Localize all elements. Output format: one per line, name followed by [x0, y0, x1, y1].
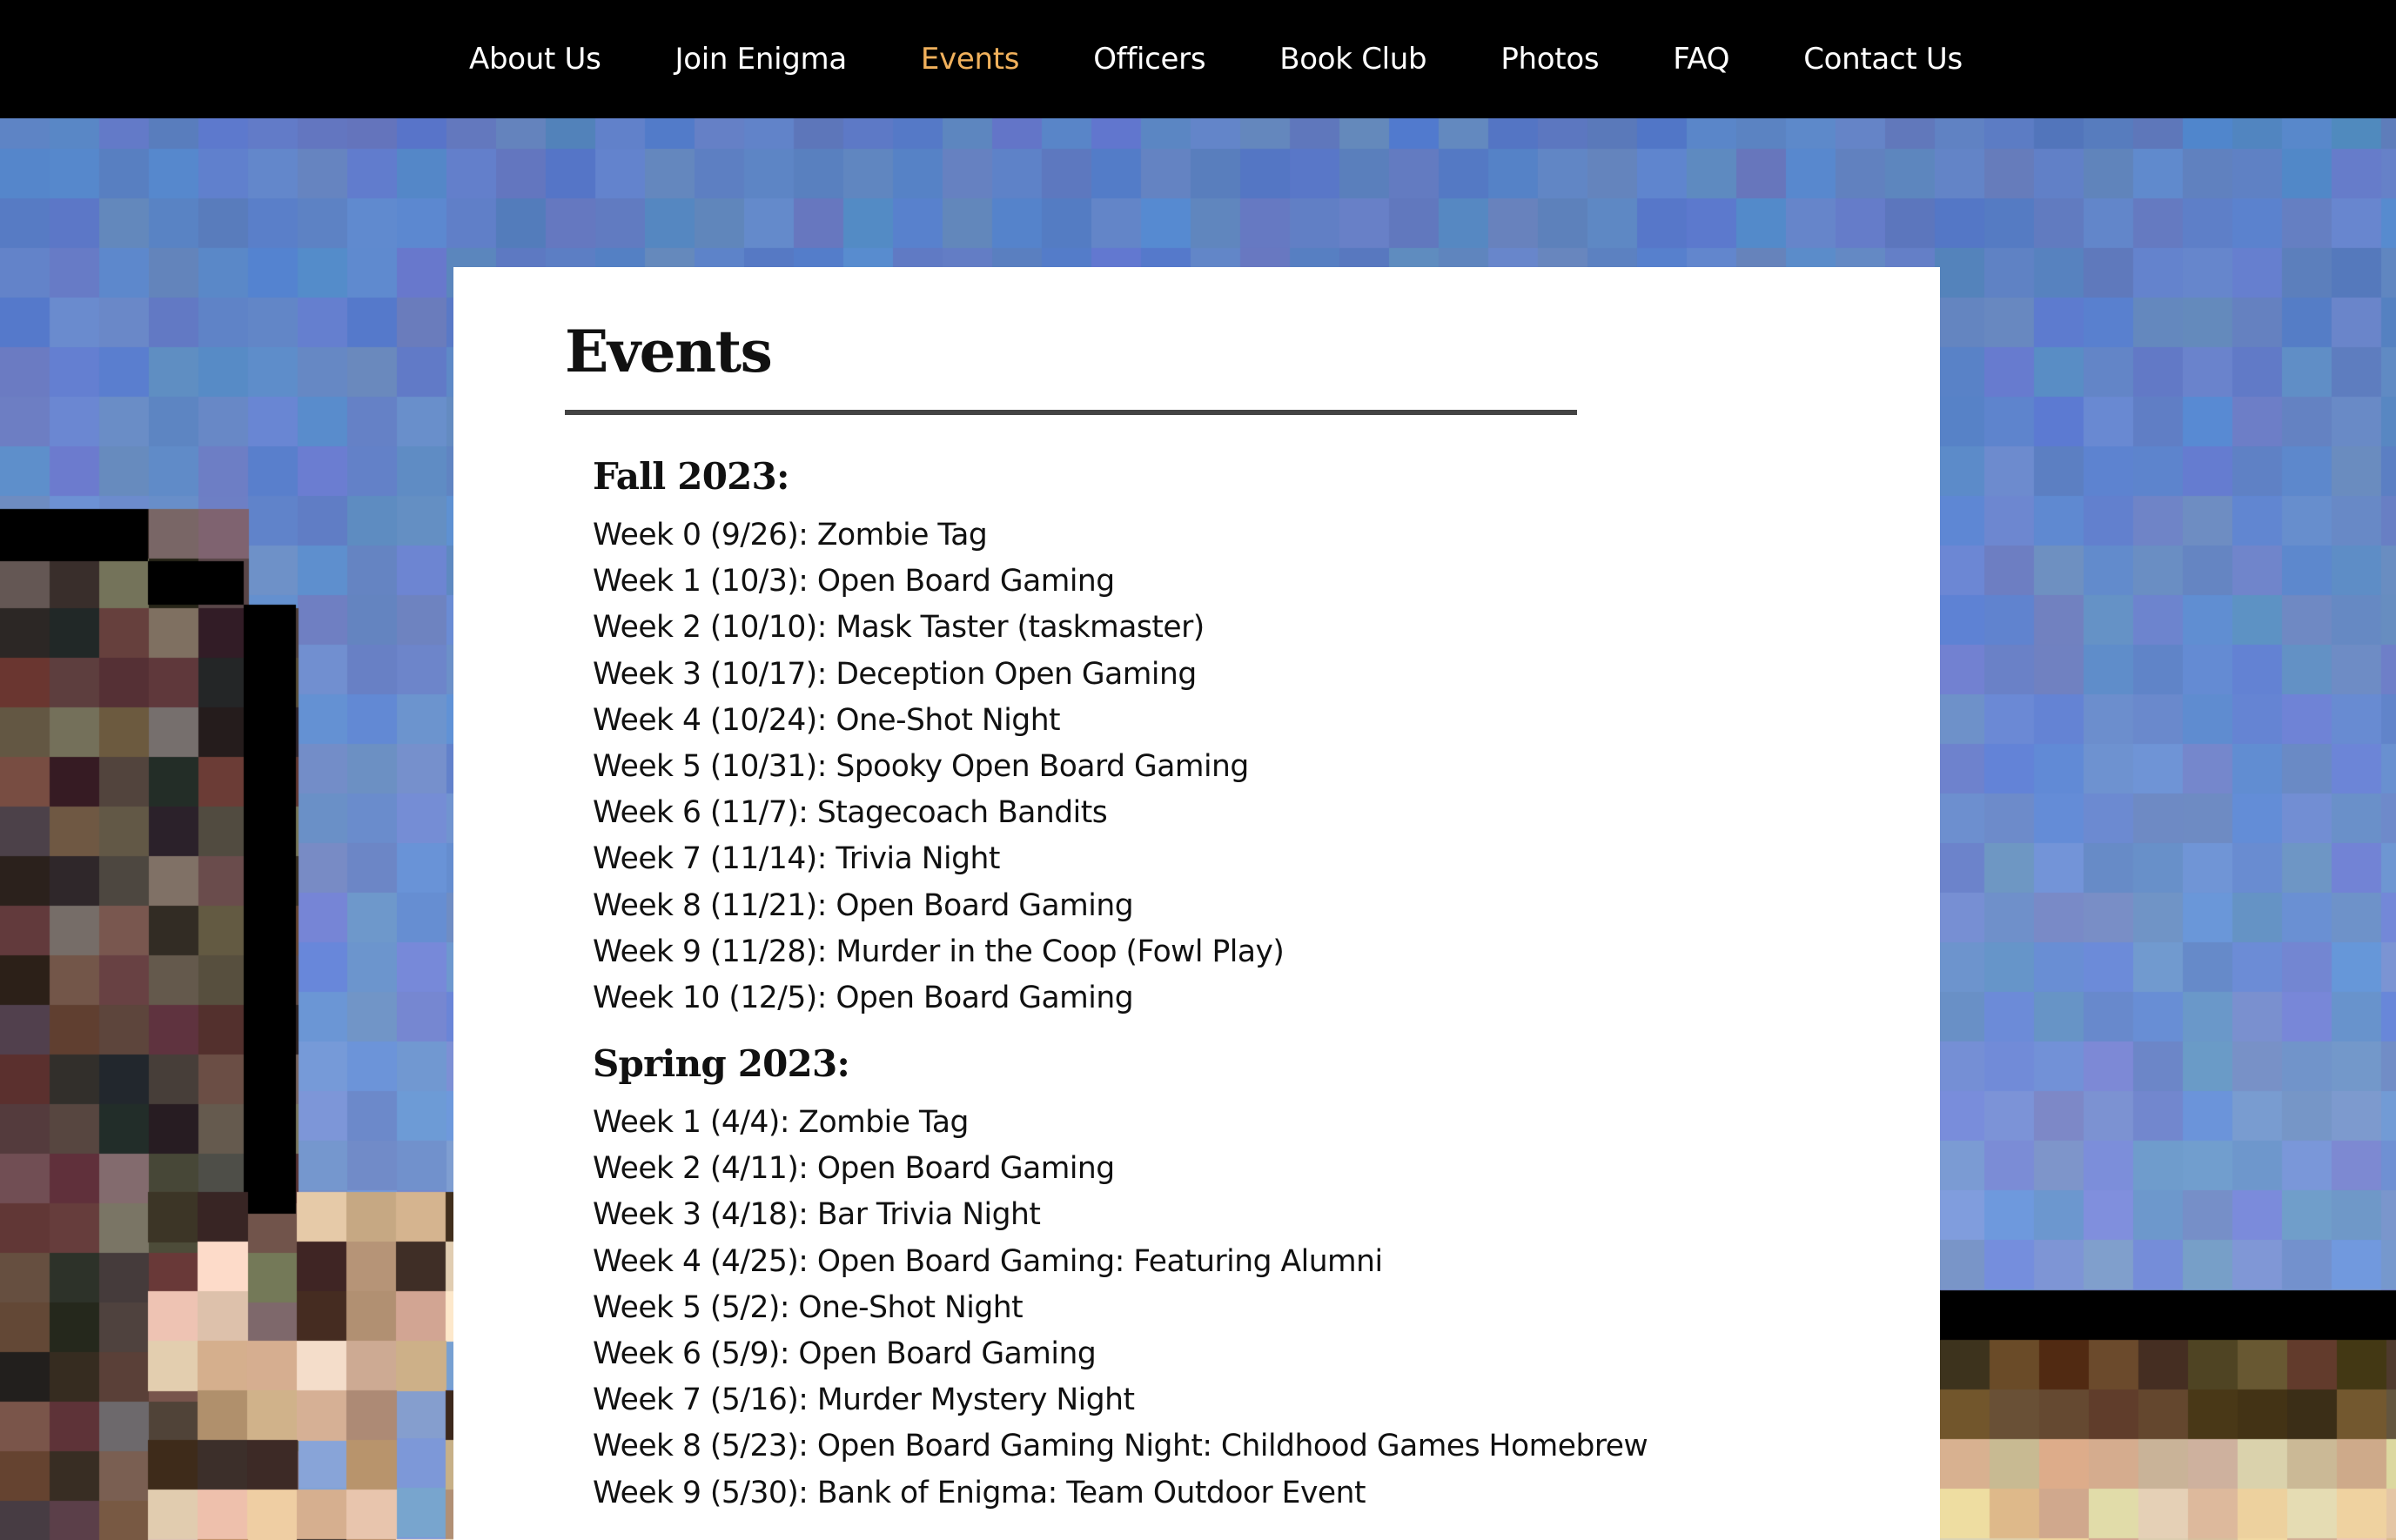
spring-2023-event-list: Week 1 (4/4): Zombie Tag Week 2 (4/11): … [593, 1100, 1811, 1517]
list-item: Week 3 (10/17): Deception Open Gaming [593, 656, 1197, 692]
list-item: Week 0 (9/26): Zombie Tag [593, 518, 988, 552]
season-heading-spring-2023: Spring 2023: [593, 1042, 850, 1086]
list-item: Week 4 (10/24): One-Shot Night [593, 702, 1061, 738]
nav-item-book-club[interactable]: Book Club [1279, 42, 1426, 77]
nav-item-officers[interactable]: Officers [1093, 42, 1205, 77]
list-item: Week 6 (5/9): Open Board Gaming [593, 1336, 1097, 1371]
nav-menu: About Us Join Enigma Events Officers Boo… [469, 0, 1963, 118]
content-panel: Events Fall 2023: Week 0 (9/26): Zombie … [453, 267, 1940, 1540]
season-heading-fall-2023: Fall 2023: [593, 455, 789, 498]
list-item: Week 7 (11/14): Trivia Night [593, 841, 1000, 877]
nav-item-join-enigma[interactable]: Join Enigma [675, 42, 848, 77]
page-title: Events [565, 318, 773, 385]
list-item: Week 1 (10/3): Open Board Gaming [593, 564, 1115, 599]
top-navigation-bar: About Us Join Enigma Events Officers Boo… [0, 0, 2396, 118]
nav-item-events[interactable]: Events [921, 42, 1020, 77]
list-item: Week 2 (10/10): Mask Taster (taskmaster) [593, 610, 1205, 646]
list-item: Week 9 (11/28): Murder in the Coop (Fowl… [593, 934, 1285, 969]
list-item: Week 10 (12/5): Open Board Gaming [593, 980, 1134, 1015]
nav-item-contact-us[interactable]: Contact Us [1803, 42, 1963, 77]
title-divider [565, 410, 1577, 415]
nav-item-faq[interactable]: FAQ [1673, 42, 1729, 77]
list-item: Week 6 (11/7): Stagecoach Bandits [593, 795, 1108, 831]
list-item: Week 2 (4/11): Open Board Gaming [593, 1151, 1115, 1187]
nav-item-about-us[interactable]: About Us [469, 42, 601, 77]
fall-2023-event-list: Week 0 (9/26): Zombie Tag Week 1 (10/3):… [593, 512, 1811, 1021]
list-item: Week 5 (5/2): One-Shot Night [593, 1289, 1024, 1325]
list-item: Week 7 (5/16): Murder Mystery Night [593, 1383, 1135, 1418]
list-item: Week 5 (10/31): Spooky Open Board Gaming [593, 748, 1249, 784]
list-item: Week 3 (4/18): Bar Trivia Night [593, 1197, 1041, 1233]
nav-item-photos[interactable]: Photos [1500, 42, 1599, 77]
list-item: Week 8 (5/23): Open Board Gaming Night: … [593, 1429, 1648, 1464]
list-item: Week 1 (4/4): Zombie Tag [593, 1105, 969, 1141]
list-item: Week 9 (5/30): Bank of Enigma: Team Outd… [593, 1475, 1366, 1510]
list-item: Week 4 (4/25): Open Board Gaming: Featur… [593, 1243, 1383, 1279]
list-item: Week 8 (11/21): Open Board Gaming [593, 887, 1134, 923]
events-section: Fall 2023: Week 0 (9/26): Zombie Tag Wee… [593, 441, 1811, 1517]
